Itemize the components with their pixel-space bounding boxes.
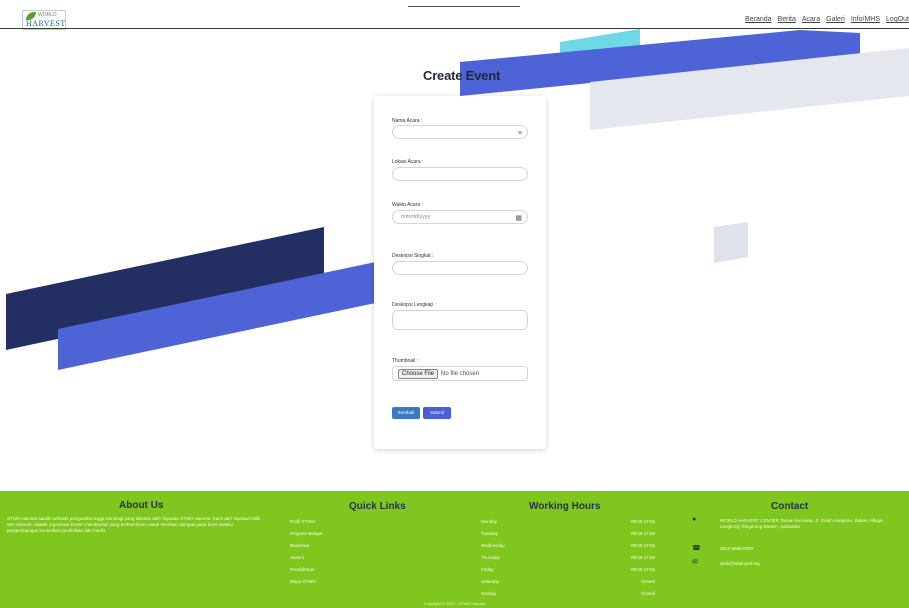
day-wednesday: Wednesday [481, 543, 505, 548]
deskripsi-lengkap-textarea[interactable] [392, 310, 528, 330]
about-text: STWH Harvest adalah sekolah pengusaha ti… [7, 516, 261, 533]
back-button[interactable]: Kembali [392, 407, 420, 419]
deskripsi-singkat-label: Deskripsi Singkat : [392, 253, 434, 259]
day-thursday: Thursday [481, 555, 500, 560]
link-profil[interactable]: Profil STWH [290, 519, 315, 524]
contact-phone: 0813-9696-0000 [720, 546, 754, 551]
quick-links-title: Quick Links [349, 501, 406, 512]
choose-file-button[interactable]: Choose File [398, 368, 439, 379]
thumbnail-label: Thumbnail : [392, 358, 419, 364]
hours-tuesday: 08:00-17:00 [630, 531, 655, 536]
working-hours-title: Working Hours [529, 501, 601, 512]
day-monday: Monday [481, 519, 498, 524]
map-marker-icon: ● [692, 516, 697, 523]
deskripsi-singkat-input[interactable] [392, 261, 528, 275]
submit-button[interactable]: Submit [423, 407, 451, 419]
deco-gray-square [714, 222, 748, 263]
waktu-acara-input[interactable]: mm/dd/yyyy ▦ [392, 210, 528, 224]
link-alumni[interactable]: Alumni [290, 555, 304, 560]
hours-saturday: Closed [640, 579, 655, 584]
file-status: No file chosen [441, 370, 480, 377]
day-saturday: Saturday [481, 579, 500, 584]
page-title: Create Event [423, 68, 501, 83]
link-beasiswa[interactable]: Beasiswa [290, 543, 309, 548]
lokasi-acara-label: Lokasi Acara : [392, 159, 424, 165]
create-event-form: Nama Acara : ≡ Lokasi Acara : Waktu Acar… [374, 96, 546, 449]
nama-acara-input[interactable]: ≡ [392, 125, 528, 139]
copyright: Copyright © 2023 - STWH Harvest [423, 601, 486, 606]
hours-wednesday: 08:00-17:00 [630, 543, 655, 548]
hours-sunday: Closed [640, 591, 655, 596]
date-placeholder: mm/dd/yyyy [401, 214, 431, 220]
day-tuesday: Tuesday [481, 531, 499, 536]
link-program[interactable]: Program Belajar [290, 531, 323, 536]
site-footer: About Us STWH Harvest adalah sekolah pen… [0, 491, 909, 608]
phone-icon: ☎ [692, 545, 701, 552]
contact-title: Contact [771, 501, 809, 512]
link-biaya[interactable]: Biaya STWH [290, 579, 316, 584]
nama-acara-label: Nama Acara : [392, 118, 423, 124]
about-title: About Us [119, 500, 164, 511]
lokasi-acara-input[interactable] [392, 167, 528, 181]
thumbnail-file-input[interactable]: Choose File No file chosen [392, 366, 528, 381]
contact-email[interactable]: stwh@wharvest.org [720, 561, 760, 567]
autofill-icon: ≡ [517, 130, 522, 137]
calendar-icon[interactable]: ▦ [515, 213, 522, 225]
hours-thursday: 08:00-17:00 [630, 555, 655, 560]
envelope-icon: ✉ [692, 559, 698, 566]
day-sunday: Sunday [481, 591, 497, 596]
link-pendaftaran[interactable]: Pendaftaran [290, 567, 315, 572]
day-friday: Friday [481, 567, 494, 572]
hours-friday: 08:00-17:00 [630, 567, 655, 572]
hours-monday: 08:00-17:00 [630, 519, 655, 524]
contact-address: WORLD HARVEST CENTER Taman Kencana, Jl. … [720, 518, 884, 529]
waktu-acara-label: Waktu Acara : [392, 202, 423, 208]
deskripsi-lengkap-label: Deskripsi Lengkap : [392, 302, 436, 308]
